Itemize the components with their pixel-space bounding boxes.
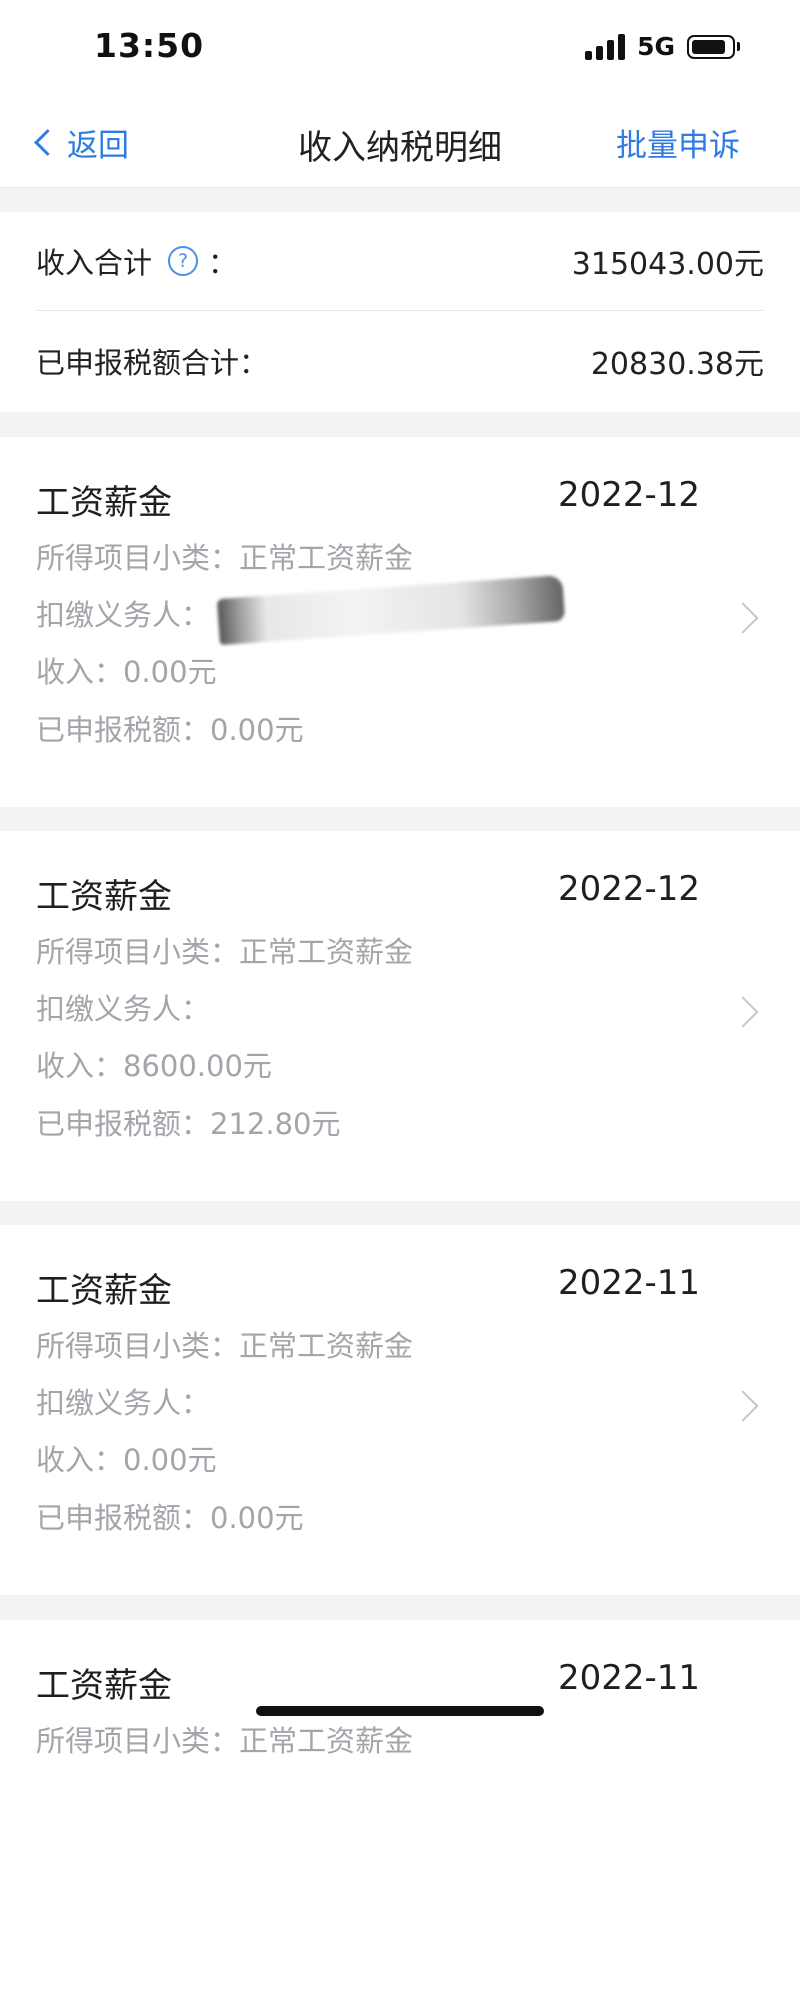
record-tax: 已申报税额：0.00元 xyxy=(36,1501,304,1535)
record-title: 工资薪金 xyxy=(36,1666,172,1706)
income-total-label: 收入合计 xyxy=(36,246,153,280)
income-record-card[interactable]: 工资薪金 2022-12 所得项目小类：正常工资薪金 扣缴义务人： 收入：860… xyxy=(0,831,800,1201)
record-title: 工资薪金 xyxy=(36,483,172,523)
redaction-scribble xyxy=(216,574,566,646)
tax-total-label: 已申报税额合计： xyxy=(36,346,269,380)
income-record-card[interactable]: 工资薪金 2022-11 所得项目小类：正常工资薪金 xyxy=(0,1620,800,1990)
chevron-right-icon xyxy=(727,1390,759,1422)
network-type: 5G xyxy=(637,32,675,61)
record-withholder: 扣缴义务人： xyxy=(36,598,211,632)
record-income: 收入：8600.00元 xyxy=(36,1049,272,1083)
chevron-right-icon xyxy=(727,602,759,634)
record-subcategory: 所得项目小类：正常工资薪金 xyxy=(36,935,414,969)
record-subcategory: 所得项目小类：正常工资薪金 xyxy=(36,541,414,575)
income-total-value: 315043.00元 xyxy=(571,247,764,282)
income-total-colon: ： xyxy=(208,246,238,280)
record-tax: 已申报税额：0.00元 xyxy=(36,713,304,747)
signal-bars-icon xyxy=(585,33,626,60)
record-income: 收入：0.00元 xyxy=(36,1443,217,1477)
status-bar: 13:50 5G xyxy=(0,0,800,96)
record-tax: 已申报税额：212.80元 xyxy=(36,1107,341,1141)
record-subcategory: 所得项目小类：正常工资薪金 xyxy=(36,1724,414,1758)
help-icon[interactable]: ? xyxy=(168,246,199,276)
record-title: 工资薪金 xyxy=(36,877,172,917)
tax-total-value: 20830.38元 xyxy=(590,347,764,382)
record-subcategory: 所得项目小类：正常工资薪金 xyxy=(36,1329,414,1363)
record-date: 2022-11 xyxy=(557,1263,700,1303)
record-date: 2022-11 xyxy=(557,1658,700,1698)
battery-icon xyxy=(687,34,740,59)
navigation-bar: 返回 收入纳税明细 批量申诉 xyxy=(0,96,800,188)
income-total-label-group: 收入合计 ? ： xyxy=(36,240,237,282)
status-indicators: 5G xyxy=(585,32,740,61)
income-record-card[interactable]: 工资薪金 2022-11 所得项目小类：正常工资薪金 扣缴义务人： 收入：0.0… xyxy=(0,1225,800,1595)
record-date: 2022-12 xyxy=(557,869,700,909)
record-withholder: 扣缴义务人： xyxy=(36,992,211,1026)
income-record-card[interactable]: 工资薪金 2022-12 所得项目小类：正常工资薪金 扣缴义务人： 收入：0.0… xyxy=(0,437,800,807)
batch-appeal-button[interactable]: 批量申诉 xyxy=(616,120,740,165)
tax-total-row: 已申报税额合计： 20830.38元 xyxy=(36,312,764,410)
chevron-right-icon xyxy=(727,996,759,1028)
record-income: 收入：0.00元 xyxy=(36,655,217,689)
record-date: 2022-12 xyxy=(557,475,700,515)
home-indicator[interactable] xyxy=(256,1706,544,1716)
record-withholder: 扣缴义务人： xyxy=(36,1386,211,1420)
summary-panel: 收入合计 ? ： 315043.00元 已申报税额合计： 20830.38元 xyxy=(0,212,800,412)
status-time: 13:50 xyxy=(94,26,205,65)
income-total-row: 收入合计 ? ： 315043.00元 xyxy=(36,212,764,311)
record-title: 工资薪金 xyxy=(36,1271,172,1311)
